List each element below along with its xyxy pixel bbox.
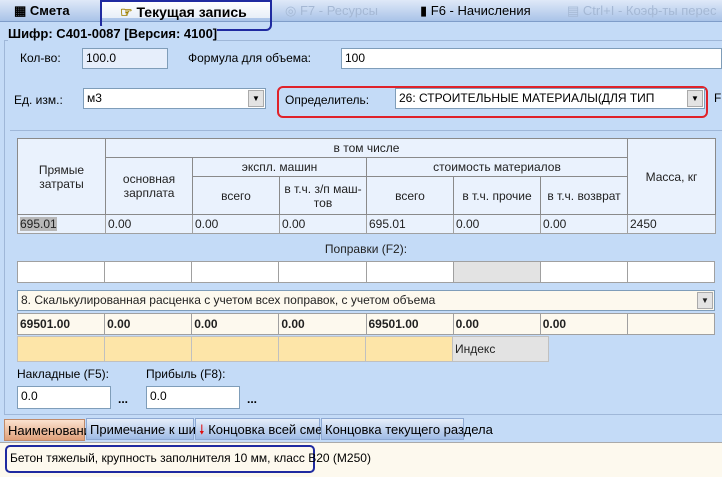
tab-label: Концовка всей сметы bbox=[208, 422, 338, 437]
calculator-icon: ▮ bbox=[420, 3, 431, 18]
col-mass: Масса, кг bbox=[627, 138, 716, 215]
tab-note[interactable]: Примечание к шифру bbox=[86, 418, 220, 440]
cell[interactable] bbox=[278, 336, 366, 362]
cell[interactable] bbox=[16, 261, 106, 283]
overhead-label: Накладные (F5): bbox=[17, 367, 109, 381]
col-machines-wage: в т.ч. з/п маш-тов bbox=[279, 176, 367, 215]
cell: 0.00 bbox=[191, 313, 280, 335]
cost-table: Прямые затраты в том числе Масса, кг основ… bbox=[17, 138, 716, 234]
cell[interactable]: 0.00 bbox=[192, 214, 280, 234]
tab-coefficients[interactable]: ▤ Ctrl+I - Коэф-ты перес bbox=[567, 0, 716, 22]
cell[interactable]: 0.00 bbox=[540, 214, 628, 234]
overhead-input[interactable]: 0.0 bbox=[17, 386, 111, 409]
col-materials-return: в т.ч. возврат bbox=[540, 176, 628, 215]
cell[interactable] bbox=[278, 261, 367, 283]
cell[interactable]: 0.00 bbox=[105, 214, 193, 234]
cell[interactable] bbox=[104, 261, 193, 283]
cell-direct[interactable]: 695.01 bbox=[17, 214, 106, 234]
col-machines-all: всего bbox=[192, 176, 280, 215]
tab-estimate-ending[interactable]: 🠗 Концовка всей сметы bbox=[195, 418, 337, 440]
calendar-grid-icon: ▦ bbox=[14, 3, 30, 18]
cell-value: 695.01 bbox=[20, 217, 57, 231]
document-icon: ▤ bbox=[567, 3, 583, 18]
cell: 69501.00 bbox=[16, 313, 106, 335]
formula-input[interactable]: 100 bbox=[341, 48, 722, 69]
code-header: Шифр: С401-0087 [Версия: 4100] bbox=[8, 26, 218, 41]
resources-icon: ◎ bbox=[285, 3, 300, 18]
corrections-row bbox=[16, 261, 716, 283]
col-materials: стоимость материалов bbox=[366, 157, 628, 177]
qty-label: Кол-во: bbox=[20, 51, 61, 65]
cell bbox=[626, 313, 716, 335]
chevron-down-icon[interactable]: ▼ bbox=[697, 292, 713, 309]
cell[interactable]: 0.00 bbox=[279, 214, 367, 234]
unit-label: Ед. изм.: bbox=[14, 93, 63, 107]
profit-more-button[interactable]: ... bbox=[247, 392, 257, 406]
tab-name[interactable]: Наименование bbox=[4, 419, 98, 441]
qty-input[interactable]: 100.0 bbox=[82, 48, 168, 69]
profit-label: Прибыль (F8): bbox=[146, 367, 226, 381]
col-materials-all: всего bbox=[366, 176, 454, 215]
calc-mode-select[interactable]: 8. Скалькулированная расценка с учетом в… bbox=[17, 290, 715, 311]
corrections-label: Поправки (F2): bbox=[324, 242, 408, 256]
profit-input[interactable]: 0.0 bbox=[146, 386, 240, 409]
col-direct: Прямые затраты bbox=[17, 138, 106, 215]
formula-label: Формула для объема: bbox=[188, 51, 312, 65]
tab-resources[interactable]: ◎ F7 - Ресурсы bbox=[285, 0, 378, 22]
chevron-down-icon[interactable]: ▼ bbox=[248, 90, 264, 107]
cell[interactable] bbox=[626, 261, 716, 283]
unit-value: м3 bbox=[87, 91, 102, 105]
cell: 69501.00 bbox=[365, 313, 454, 335]
cell[interactable] bbox=[104, 336, 192, 362]
tab-section-ending[interactable]: Концовка текущего раздела bbox=[321, 418, 493, 440]
cell: 0.00 bbox=[539, 313, 628, 335]
cell: 0.00 bbox=[452, 313, 541, 335]
unit-select[interactable]: м3 ▼ bbox=[83, 88, 266, 109]
determinant-label: Определитель: bbox=[285, 93, 370, 107]
cell[interactable]: 2450 bbox=[627, 214, 716, 234]
tab-smeta[interactable]: ▦ Смета bbox=[14, 0, 70, 22]
cell[interactable] bbox=[191, 261, 280, 283]
totals-row: 69501.00 0.00 0.00 0.00 69501.00 0.00 0.00 bbox=[16, 313, 716, 335]
cell[interactable] bbox=[365, 261, 454, 283]
index-row: Индекс bbox=[17, 336, 549, 362]
determinant-value: 26: СТРОИТЕЛЬНЫЕ МАТЕРИАЛЫ(ДЛЯ ТИП bbox=[399, 91, 655, 105]
cell[interactable] bbox=[452, 261, 541, 283]
name-text[interactable]: Бетон тяжелый, крупность заполнителя 10 … bbox=[5, 445, 371, 473]
index-label: Индекс bbox=[452, 336, 549, 362]
determinant-select[interactable]: 26: СТРОИТЕЛЬНЫЕ МАТЕРИАЛЫ(ДЛЯ ТИП ▼ bbox=[395, 88, 705, 109]
col-machines: экспл. машин bbox=[192, 157, 367, 177]
arrow-down-icon: 🠗 bbox=[199, 422, 205, 437]
cell[interactable] bbox=[191, 336, 279, 362]
col-materials-other: в т.ч. прочие bbox=[453, 176, 541, 215]
overhead-more-button[interactable]: ... bbox=[118, 392, 128, 406]
cell: 0.00 bbox=[104, 313, 193, 335]
cell[interactable] bbox=[17, 336, 105, 362]
cell: 0.00 bbox=[278, 313, 367, 335]
chevron-down-icon[interactable]: ▼ bbox=[687, 90, 703, 107]
pointing-hand-icon: ☞ bbox=[120, 4, 137, 20]
cell[interactable]: 0.00 bbox=[453, 214, 541, 234]
col-incl: в том числе bbox=[105, 138, 628, 158]
determinant-extra: F bbox=[714, 91, 722, 105]
cell[interactable] bbox=[365, 336, 453, 362]
cell[interactable] bbox=[539, 261, 628, 283]
cell[interactable]: 695.01 bbox=[366, 214, 454, 234]
calc-mode-value: 8. Скалькулированная расценка с учетом в… bbox=[21, 293, 436, 307]
tab-charges[interactable]: ▮ F6 - Начисления bbox=[420, 0, 531, 22]
col-wage: основная зарплата bbox=[105, 157, 193, 215]
